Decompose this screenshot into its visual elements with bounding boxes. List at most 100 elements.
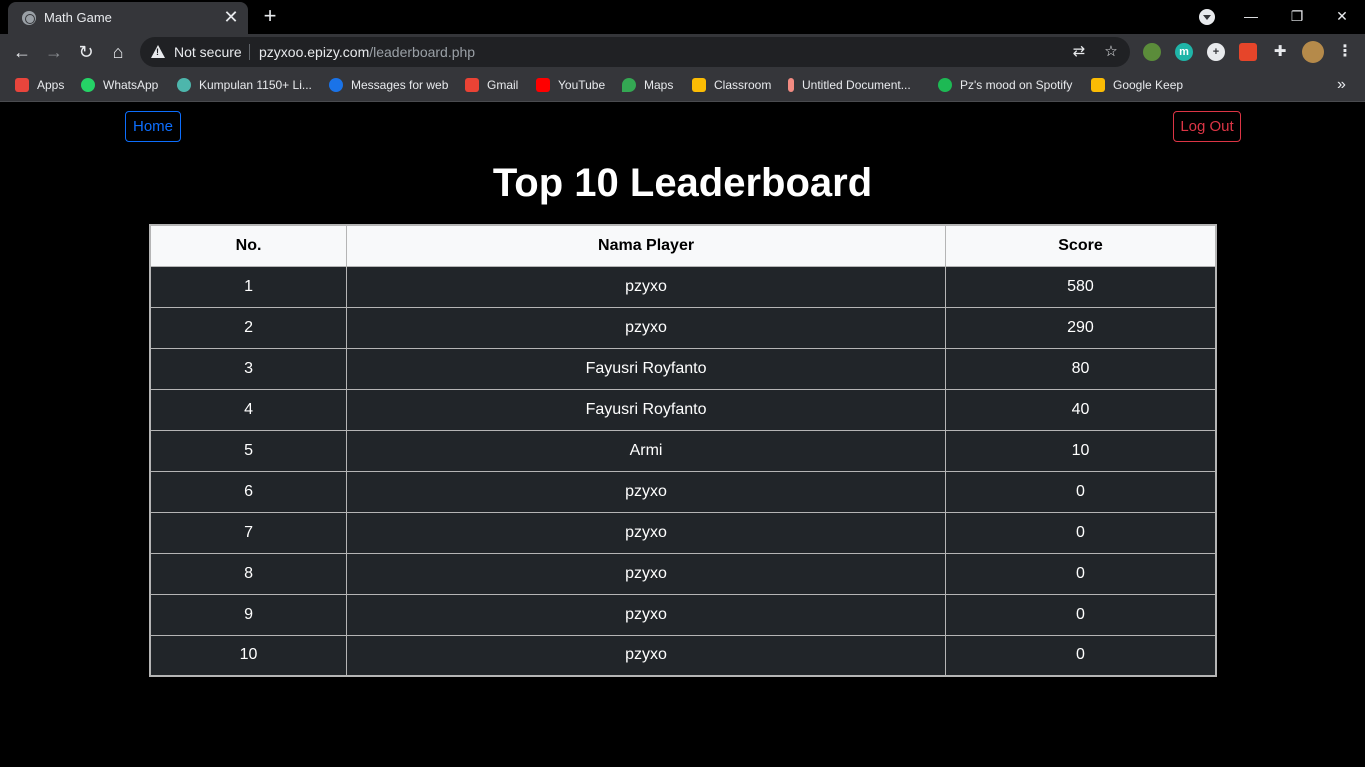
bookmark-apps[interactable]: Apps [15, 77, 64, 95]
table-row: 5 Armi 10 [149, 429, 1217, 472]
youtube-icon [536, 78, 550, 92]
star-icon[interactable]: ☆ [1102, 43, 1120, 61]
bookmark-site-icon [177, 78, 191, 92]
bookmark-label: Maps [644, 78, 674, 92]
whatsapp-icon [81, 78, 95, 92]
player-name-cell: pzyxo [346, 470, 946, 513]
bookmark-youtube[interactable]: YouTube [536, 77, 605, 95]
score-cell: 0 [944, 634, 1217, 677]
player-name-cell: Armi [346, 429, 946, 472]
close-window-button[interactable]: ✕ [1319, 0, 1365, 34]
score-cell: 80 [944, 347, 1217, 390]
rank-cell: 5 [149, 429, 348, 472]
score-cell: 290 [944, 306, 1217, 349]
maps-icon [622, 78, 636, 92]
minimize-button[interactable]: — [1228, 0, 1274, 34]
bookmark-label: Google Keep [1113, 78, 1184, 92]
score-cell: 0 [944, 470, 1217, 513]
bookmark-google-keep[interactable]: Google Keep [1091, 77, 1183, 95]
rank-cell: 9 [149, 593, 348, 636]
tab-title: Math Game [44, 10, 112, 25]
player-name-cell: pzyxo [346, 511, 946, 554]
player-name-cell: pzyxo [346, 265, 946, 308]
new-tab-button[interactable]: + [258, 4, 282, 28]
office-icon[interactable] [1239, 43, 1257, 61]
bookmarks-overflow-button[interactable]: » [1337, 77, 1346, 95]
table-row: 8 pzyxo 0 [149, 552, 1217, 595]
restore-button[interactable]: ❐ [1274, 0, 1320, 34]
avatar[interactable] [1302, 41, 1324, 63]
bookmark-label: Pz's mood on Spotify [960, 78, 1073, 92]
bookmark-maps[interactable]: Maps [622, 77, 673, 95]
bookmark-label: YouTube [558, 78, 606, 92]
extension-m-icon[interactable]: m [1175, 43, 1193, 61]
bookmarks-bar: Apps WhatsApp Kumpulan 1150+ Li... Messa… [0, 70, 1365, 102]
table-row: 3 Fayusri Royfanto 80 [149, 347, 1217, 390]
player-name-cell: pzyxo [346, 593, 946, 636]
rank-cell: 1 [149, 265, 348, 308]
browser-toolbar: ← → ↻ ⌂ Not secure pzyxoo.epizy.com/lead… [0, 34, 1365, 70]
url-path: /leaderboard.php [369, 44, 476, 60]
table-row: 4 Fayusri Royfanto 40 [149, 388, 1217, 431]
extensions-puzzle-icon[interactable]: ✚ [1271, 43, 1289, 61]
messages-icon [329, 78, 343, 92]
url-domain: pzyxoo.epizy.com [259, 44, 370, 60]
globe-icon [22, 11, 36, 25]
rank-cell: 6 [149, 470, 348, 513]
tab-math-game[interactable]: Math Game ✕ [8, 2, 248, 34]
security-label[interactable]: Not secure [174, 44, 242, 60]
player-name-cell: pzyxo [346, 552, 946, 595]
bookmark-classroom[interactable]: Classroom [692, 77, 771, 95]
rank-cell: 3 [149, 347, 348, 390]
bookmark-label: Classroom [714, 78, 772, 92]
extension-plus-icon[interactable]: + [1207, 43, 1225, 61]
url-text[interactable]: pzyxoo.epizy.com/leaderboard.php [259, 44, 475, 60]
back-icon[interactable]: ← [10, 40, 34, 64]
rank-cell: 10 [149, 634, 348, 677]
reload-icon[interactable]: ↻ [74, 40, 98, 64]
apps-grid-icon [15, 78, 29, 92]
bookmark-label: Kumpulan 1150+ Li... [199, 78, 312, 92]
bookmark-whatsapp[interactable]: WhatsApp [81, 77, 158, 95]
bookmark-kumpulan[interactable]: Kumpulan 1150+ Li... [177, 77, 312, 95]
spotify-icon [938, 78, 952, 92]
address-bar[interactable]: Not secure pzyxoo.epizy.com/leaderboard.… [140, 37, 1130, 67]
tab-strip: Math Game ✕ + — ❐ ✕ [0, 0, 1365, 34]
bookmark-untitled-document[interactable]: Untitled Document... [788, 77, 911, 95]
score-cell: 580 [944, 265, 1217, 308]
score-cell: 0 [944, 552, 1217, 595]
keep-icon [1091, 78, 1105, 92]
leaderboard-table: No. Nama Player Score 1 pzyxo 580 2 pzyxo 29… [149, 224, 1217, 677]
bookmark-gmail[interactable]: Gmail [465, 77, 518, 95]
bookmark-label: Apps [37, 78, 65, 92]
table-row: 6 pzyxo 0 [149, 470, 1217, 513]
header-no: No. [149, 224, 348, 267]
player-name-cell: pzyxo [346, 634, 946, 677]
document-icon [788, 78, 794, 92]
classroom-icon [692, 78, 706, 92]
extension-icon[interactable] [1143, 43, 1161, 61]
bookmark-label: WhatsApp [103, 78, 159, 92]
home-icon[interactable]: ⌂ [106, 40, 130, 64]
translate-icon[interactable]: ⇄ [1070, 43, 1088, 61]
table-row: 10 pzyxo 0 [149, 634, 1217, 677]
bookmark-label: Messages for web [351, 78, 449, 92]
table-row: 7 pzyxo 0 [149, 511, 1217, 554]
header-player-name: Nama Player [346, 224, 946, 267]
close-tab-icon[interactable]: ✕ [222, 8, 240, 26]
score-cell: 10 [944, 429, 1217, 472]
warning-icon[interactable] [151, 45, 165, 58]
score-cell: 0 [944, 511, 1217, 554]
forward-icon[interactable]: → [42, 40, 66, 64]
menu-kebab-icon[interactable]: ⋮ [1336, 43, 1354, 61]
home-button[interactable]: Home [125, 111, 181, 142]
page-content: Home Log Out Top 10 Leaderboard No. Nama… [0, 103, 1365, 767]
player-name-cell: pzyxo [346, 306, 946, 349]
bookmark-messages[interactable]: Messages for web [329, 77, 448, 95]
table-header-row: No. Nama Player Score [149, 224, 1217, 267]
tab-search-icon[interactable] [1199, 9, 1215, 25]
bookmark-spotify[interactable]: Pz's mood on Spotify [938, 77, 1072, 95]
logout-button[interactable]: Log Out [1173, 111, 1241, 142]
divider [249, 44, 250, 60]
score-cell: 40 [944, 388, 1217, 431]
